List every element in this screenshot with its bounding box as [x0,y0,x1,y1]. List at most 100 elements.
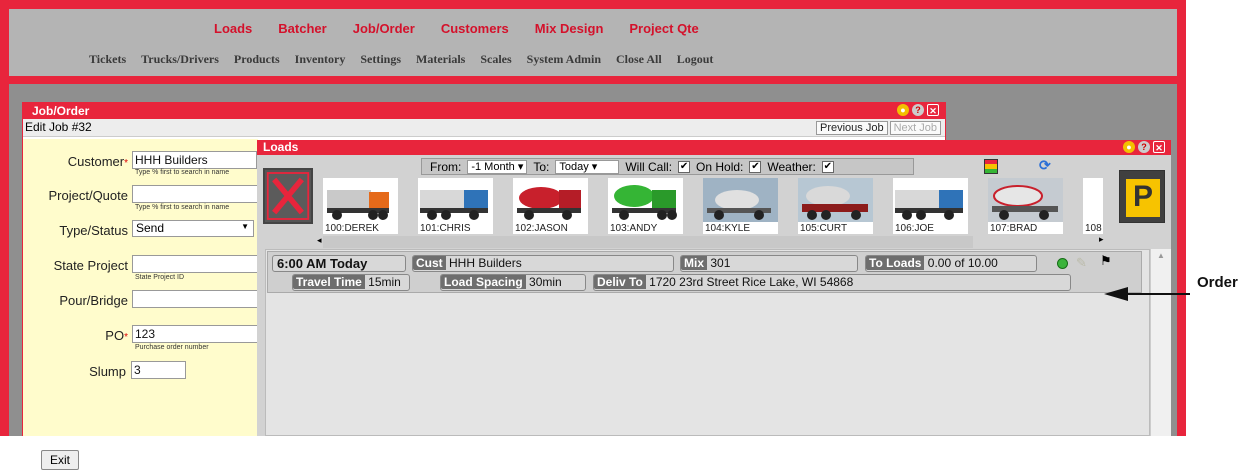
customer-hint: Type % first to search in name [135,169,230,176]
trucks-scrollbar[interactable]: ◂ ▸ [317,234,1104,248]
truck-107[interactable]: 107:BRAD [988,178,1063,234]
truck-102[interactable]: 102:JASON [513,178,588,234]
weather-checkbox[interactable]: ✔ [821,160,834,173]
nav-settings[interactable]: Settings [360,52,401,67]
blue-truck-icon [420,190,488,220]
state-project-hint: State Project ID [135,274,185,281]
truck-100[interactable]: 100:DEREK [323,178,398,234]
truck-label: 102:JASON [515,223,568,234]
order-row[interactable]: 6:00 AM Today Cust HHH Builders Mix 301 … [267,251,1142,293]
close-icon[interactable]: ✕ [1153,141,1165,153]
orange-truck-icon [327,190,389,220]
orders-scrollbar[interactable]: ▲ [1150,249,1171,436]
po-field[interactable]: 123 [132,325,258,343]
nav-scales[interactable]: Scales [480,52,511,67]
truck-list: 100:DEREK 101:CHRIS 102:JASON 103:ANDY 1… [323,178,1123,234]
pour-bridge-field[interactable] [132,290,258,308]
striped-truck-icon [988,178,1063,222]
refresh-icon[interactable]: ⟳ [1039,157,1051,174]
nav-loads[interactable]: Loads [214,21,252,36]
project-field[interactable] [132,185,258,203]
truck-label: 107:BRAD [990,223,1038,234]
job-window-title: Job/Order [32,104,90,118]
type-status-select[interactable]: Send ▼ [132,220,254,237]
weather-label: Weather: [767,159,816,174]
from-label: From: [430,159,462,174]
cancel-x-icon[interactable] [263,168,313,224]
truck-label: 108 [1085,223,1102,234]
red-truck-icon [517,187,581,220]
exit-button[interactable]: Exit [41,450,80,470]
nav-project-qte[interactable]: Project Qte [629,21,698,36]
nav-inventory[interactable]: Inventory [295,52,346,67]
pin-icon[interactable]: ● [1123,141,1135,153]
on-hold-checkbox[interactable]: ✔ [749,160,762,173]
nav-batcher[interactable]: Batcher [278,21,326,36]
parked-trucks-icon[interactable]: P [1119,170,1165,223]
order-delivery: Deliv To 1720 23rd Street Rice Lake, WI … [593,274,1071,291]
truck-105[interactable]: 105:CURT [798,178,873,234]
help-icon[interactable]: ? [912,104,924,116]
order-annotation: Order [1197,274,1238,291]
customer-field[interactable]: HHH Builders [132,151,257,169]
po-label: PO* [105,328,128,343]
slump-field[interactable]: 3 [131,361,186,379]
nav-trucks-drivers[interactable]: Trucks/Drivers [141,52,219,67]
will-call-checkbox[interactable]: ✔ [678,160,691,173]
green-truck-icon [612,185,677,220]
edit-icon[interactable]: ✎ [1076,255,1087,271]
scroll-up-icon[interactable]: ▲ [1157,251,1165,260]
job-form: Customer* HHH Builders Type % first to s… [23,139,258,470]
truck-108[interactable]: 108 [1083,178,1103,234]
truck-106[interactable]: 106:JOE [893,178,968,234]
orders-list: 6:00 AM Today Cust HHH Builders Mix 301 … [265,249,1150,436]
checkered-flag-icon[interactable]: ⚑ [1100,253,1112,269]
truck-label: 104:KYLE [705,223,751,234]
nav-products[interactable]: Products [234,52,280,67]
nav-close-all[interactable]: Close All [616,52,662,67]
nav-job-order[interactable]: Job/Order [353,21,415,36]
loads-window-titlebar[interactable]: Loads ● ? ✕ [257,140,1171,155]
on-hold-label: On Hold: [696,159,744,174]
help-icon[interactable]: ? [1138,141,1150,153]
customer-label: Customer* [67,154,128,169]
truck-label: 100:DEREK [325,223,379,234]
project-hint: Type % first to search in name [135,204,230,211]
truck-103[interactable]: 103:ANDY [608,178,683,234]
to-select[interactable]: Today ▾ [555,159,620,174]
job-window-titlebar[interactable]: Job/Order ● ? ✕ [23,103,945,119]
top-navigation: Loads Batcher Job/Order Customers Mix De… [9,9,1177,76]
loads-window: Loads ● ? ✕ From: -1 Month ▾ To: Today ▾… [257,140,1171,436]
secondary-nav: Tickets Trucks/Drivers Products Inventor… [9,52,1177,67]
nav-customers[interactable]: Customers [441,21,509,36]
status-green-icon[interactable] [1057,258,1068,269]
to-label: To: [533,159,550,174]
truck-label: 106:JOE [895,223,934,234]
pour-bridge-label: Pour/Bridge [59,293,128,308]
close-icon[interactable]: ✕ [927,104,939,116]
nav-materials[interactable]: Materials [416,52,465,67]
order-mix: Mix 301 [680,255,858,272]
from-select[interactable]: -1 Month ▾ [467,159,528,174]
previous-job-button[interactable]: Previous Job [815,121,888,135]
truck-101[interactable]: 101:CHRIS [418,178,493,234]
loads-window-title: Loads [263,140,299,154]
scroll-left-icon[interactable]: ◂ [317,235,322,246]
scroll-right-icon[interactable]: ▸ [1099,234,1104,245]
traffic-light-icon[interactable] [984,159,998,174]
loads-filter-bar: From: -1 Month ▾ To: Today ▾ Will Call: … [421,158,914,175]
state-project-field[interactable] [132,255,258,273]
nav-system-admin[interactable]: System Admin [527,52,601,67]
next-job-button[interactable]: Next Job [889,121,941,135]
nav-mix-design[interactable]: Mix Design [535,21,604,36]
blue-truck-icon [895,190,963,220]
will-call-label: Will Call: [625,159,673,174]
nav-logout[interactable]: Logout [677,52,714,67]
arrow-left-icon [1104,287,1190,301]
primary-nav: Loads Batcher Job/Order Customers Mix De… [9,21,1177,36]
pin-icon[interactable]: ● [897,104,909,116]
truck-104[interactable]: 104:KYLE [703,178,778,234]
state-project-label: State Project [53,258,128,273]
truck-label: 101:CHRIS [420,223,471,234]
nav-tickets[interactable]: Tickets [89,52,126,67]
